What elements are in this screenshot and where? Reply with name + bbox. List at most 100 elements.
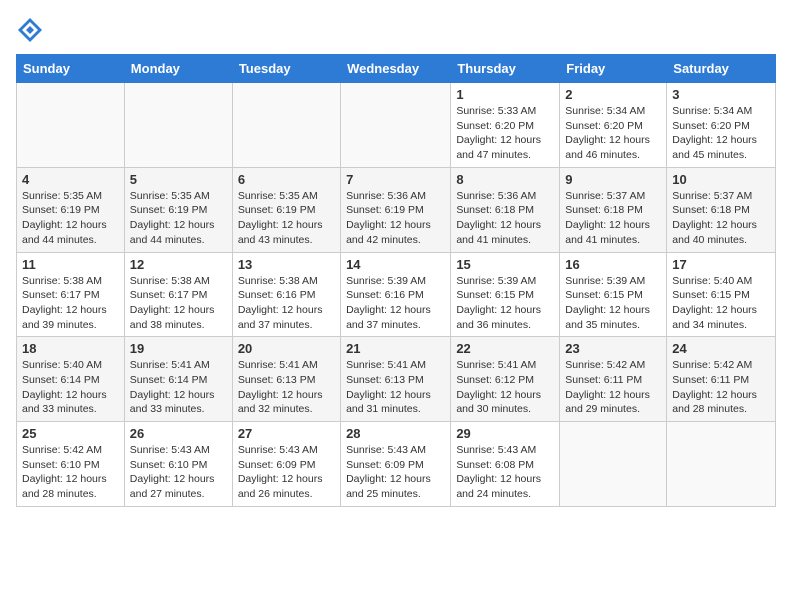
day-detail: Sunrise: 5:42 AM Sunset: 6:11 PM Dayligh… — [565, 358, 661, 417]
day-number: 11 — [22, 257, 119, 272]
day-number: 12 — [130, 257, 227, 272]
day-number: 4 — [22, 172, 119, 187]
day-detail: Sunrise: 5:36 AM Sunset: 6:18 PM Dayligh… — [456, 189, 554, 248]
calendar-cell: 15 Sunrise: 5:39 AM Sunset: 6:15 PM Dayli… — [451, 252, 560, 337]
day-detail: Sunrise: 5:41 AM Sunset: 6:12 PM Dayligh… — [456, 358, 554, 417]
col-header-thursday: Thursday — [451, 55, 560, 83]
calendar-cell: 28 Sunrise: 5:43 AM Sunset: 6:09 PM Dayli… — [341, 422, 451, 507]
calendar-week-row: 25 Sunrise: 5:42 AM Sunset: 6:10 PM Dayli… — [17, 422, 776, 507]
calendar-cell: 25 Sunrise: 5:42 AM Sunset: 6:10 PM Dayli… — [17, 422, 125, 507]
day-detail: Sunrise: 5:35 AM Sunset: 6:19 PM Dayligh… — [130, 189, 227, 248]
day-number: 3 — [672, 87, 770, 102]
calendar-cell: 12 Sunrise: 5:38 AM Sunset: 6:17 PM Dayli… — [124, 252, 232, 337]
day-number: 20 — [238, 341, 335, 356]
day-detail: Sunrise: 5:38 AM Sunset: 6:17 PM Dayligh… — [130, 274, 227, 333]
day-detail: Sunrise: 5:38 AM Sunset: 6:17 PM Dayligh… — [22, 274, 119, 333]
calendar-week-row: 4 Sunrise: 5:35 AM Sunset: 6:19 PM Daylig… — [17, 167, 776, 252]
calendar-cell: 14 Sunrise: 5:39 AM Sunset: 6:16 PM Dayli… — [341, 252, 451, 337]
calendar-cell: 21Sunrise: 5:41 AM Sunset: 6:13 PM Dayli… — [341, 337, 451, 422]
day-detail: Sunrise: 5:35 AM Sunset: 6:19 PM Dayligh… — [22, 189, 119, 248]
calendar-cell: 6 Sunrise: 5:35 AM Sunset: 6:19 PM Daylig… — [232, 167, 340, 252]
col-header-friday: Friday — [560, 55, 667, 83]
col-header-tuesday: Tuesday — [232, 55, 340, 83]
day-number: 27 — [238, 426, 335, 441]
day-number: 8 — [456, 172, 554, 187]
calendar-cell: 4 Sunrise: 5:35 AM Sunset: 6:19 PM Daylig… — [17, 167, 125, 252]
calendar-cell: 22 Sunrise: 5:41 AM Sunset: 6:12 PM Dayli… — [451, 337, 560, 422]
day-detail: Sunrise: 5:43 AM Sunset: 6:08 PM Dayligh… — [456, 443, 554, 502]
day-detail: Sunrise: 5:40 AM Sunset: 6:14 PM Dayligh… — [22, 358, 119, 417]
day-number: 19 — [130, 341, 227, 356]
day-number: 14 — [346, 257, 445, 272]
day-detail: Sunrise: 5:39 AM Sunset: 6:15 PM Dayligh… — [456, 274, 554, 333]
day-detail: Sunrise: 5:43 AM Sunset: 6:09 PM Dayligh… — [238, 443, 335, 502]
day-detail: Sunrise: 5:42 AM Sunset: 6:11 PM Dayligh… — [672, 358, 770, 417]
calendar-cell — [232, 83, 340, 168]
calendar-cell — [667, 422, 776, 507]
calendar-cell: 7 Sunrise: 5:36 AM Sunset: 6:19 PM Daylig… — [341, 167, 451, 252]
calendar-week-row: 1Sunrise: 5:33 AM Sunset: 6:20 PM Daylig… — [17, 83, 776, 168]
day-detail: Sunrise: 5:40 AM Sunset: 6:15 PM Dayligh… — [672, 274, 770, 333]
day-number: 9 — [565, 172, 661, 187]
day-detail: Sunrise: 5:43 AM Sunset: 6:09 PM Dayligh… — [346, 443, 445, 502]
calendar-cell: 18 Sunrise: 5:40 AM Sunset: 6:14 PM Dayli… — [17, 337, 125, 422]
calendar-cell: 1Sunrise: 5:33 AM Sunset: 6:20 PM Daylig… — [451, 83, 560, 168]
calendar-cell: 11 Sunrise: 5:38 AM Sunset: 6:17 PM Dayli… — [17, 252, 125, 337]
day-number: 5 — [130, 172, 227, 187]
day-number: 13 — [238, 257, 335, 272]
day-detail: Sunrise: 5:41 AM Sunset: 6:13 PM Dayligh… — [238, 358, 335, 417]
col-header-wednesday: Wednesday — [341, 55, 451, 83]
day-number: 10 — [672, 172, 770, 187]
calendar-cell: 29 Sunrise: 5:43 AM Sunset: 6:08 PM Dayli… — [451, 422, 560, 507]
calendar-cell: 10 Sunrise: 5:37 AM Sunset: 6:18 PM Dayli… — [667, 167, 776, 252]
calendar-week-row: 11 Sunrise: 5:38 AM Sunset: 6:17 PM Dayli… — [17, 252, 776, 337]
day-number: 6 — [238, 172, 335, 187]
day-detail: Sunrise: 5:36 AM Sunset: 6:19 PM Dayligh… — [346, 189, 445, 248]
day-number: 17 — [672, 257, 770, 272]
day-number: 7 — [346, 172, 445, 187]
calendar-cell: 8 Sunrise: 5:36 AM Sunset: 6:18 PM Daylig… — [451, 167, 560, 252]
calendar-week-row: 18 Sunrise: 5:40 AM Sunset: 6:14 PM Dayli… — [17, 337, 776, 422]
page-header — [16, 16, 776, 44]
calendar-cell — [341, 83, 451, 168]
day-detail: Sunrise: 5:37 AM Sunset: 6:18 PM Dayligh… — [672, 189, 770, 248]
calendar-cell: 9Sunrise: 5:37 AM Sunset: 6:18 PM Daylig… — [560, 167, 667, 252]
day-detail: Sunrise: 5:42 AM Sunset: 6:10 PM Dayligh… — [22, 443, 119, 502]
calendar-cell: 20 Sunrise: 5:41 AM Sunset: 6:13 PM Dayli… — [232, 337, 340, 422]
day-detail: Sunrise: 5:39 AM Sunset: 6:16 PM Dayligh… — [346, 274, 445, 333]
col-header-sunday: Sunday — [17, 55, 125, 83]
day-number: 18 — [22, 341, 119, 356]
day-detail: Sunrise: 5:34 AM Sunset: 6:20 PM Dayligh… — [565, 104, 661, 163]
day-number: 26 — [130, 426, 227, 441]
day-detail: Sunrise: 5:38 AM Sunset: 6:16 PM Dayligh… — [238, 274, 335, 333]
day-detail: Sunrise: 5:43 AM Sunset: 6:10 PM Dayligh… — [130, 443, 227, 502]
calendar-cell: 26 Sunrise: 5:43 AM Sunset: 6:10 PM Dayli… — [124, 422, 232, 507]
calendar-cell: 13 Sunrise: 5:38 AM Sunset: 6:16 PM Dayli… — [232, 252, 340, 337]
calendar-header-row: SundayMondayTuesdayWednesdayThursdayFrid… — [17, 55, 776, 83]
calendar-cell: 27 Sunrise: 5:43 AM Sunset: 6:09 PM Dayli… — [232, 422, 340, 507]
day-number: 25 — [22, 426, 119, 441]
calendar-cell: 24 Sunrise: 5:42 AM Sunset: 6:11 PM Dayli… — [667, 337, 776, 422]
day-number: 15 — [456, 257, 554, 272]
day-number: 22 — [456, 341, 554, 356]
calendar-cell: 23 Sunrise: 5:42 AM Sunset: 6:11 PM Dayli… — [560, 337, 667, 422]
col-header-saturday: Saturday — [667, 55, 776, 83]
day-number: 24 — [672, 341, 770, 356]
calendar-cell: 5 Sunrise: 5:35 AM Sunset: 6:19 PM Daylig… — [124, 167, 232, 252]
col-header-monday: Monday — [124, 55, 232, 83]
day-number: 1 — [456, 87, 554, 102]
day-number: 28 — [346, 426, 445, 441]
calendar-table: SundayMondayTuesdayWednesdayThursdayFrid… — [16, 54, 776, 507]
day-number: 23 — [565, 341, 661, 356]
calendar-cell — [124, 83, 232, 168]
day-number: 29 — [456, 426, 554, 441]
calendar-cell: 16Sunrise: 5:39 AM Sunset: 6:15 PM Dayli… — [560, 252, 667, 337]
day-number: 2 — [565, 87, 661, 102]
day-detail: Sunrise: 5:39 AM Sunset: 6:15 PM Dayligh… — [565, 274, 661, 333]
day-detail: Sunrise: 5:35 AM Sunset: 6:19 PM Dayligh… — [238, 189, 335, 248]
day-detail: Sunrise: 5:41 AM Sunset: 6:13 PM Dayligh… — [346, 358, 445, 417]
calendar-cell: 2 Sunrise: 5:34 AM Sunset: 6:20 PM Daylig… — [560, 83, 667, 168]
calendar-cell: 3 Sunrise: 5:34 AM Sunset: 6:20 PM Daylig… — [667, 83, 776, 168]
logo-icon — [16, 16, 44, 44]
day-detail: Sunrise: 5:34 AM Sunset: 6:20 PM Dayligh… — [672, 104, 770, 163]
